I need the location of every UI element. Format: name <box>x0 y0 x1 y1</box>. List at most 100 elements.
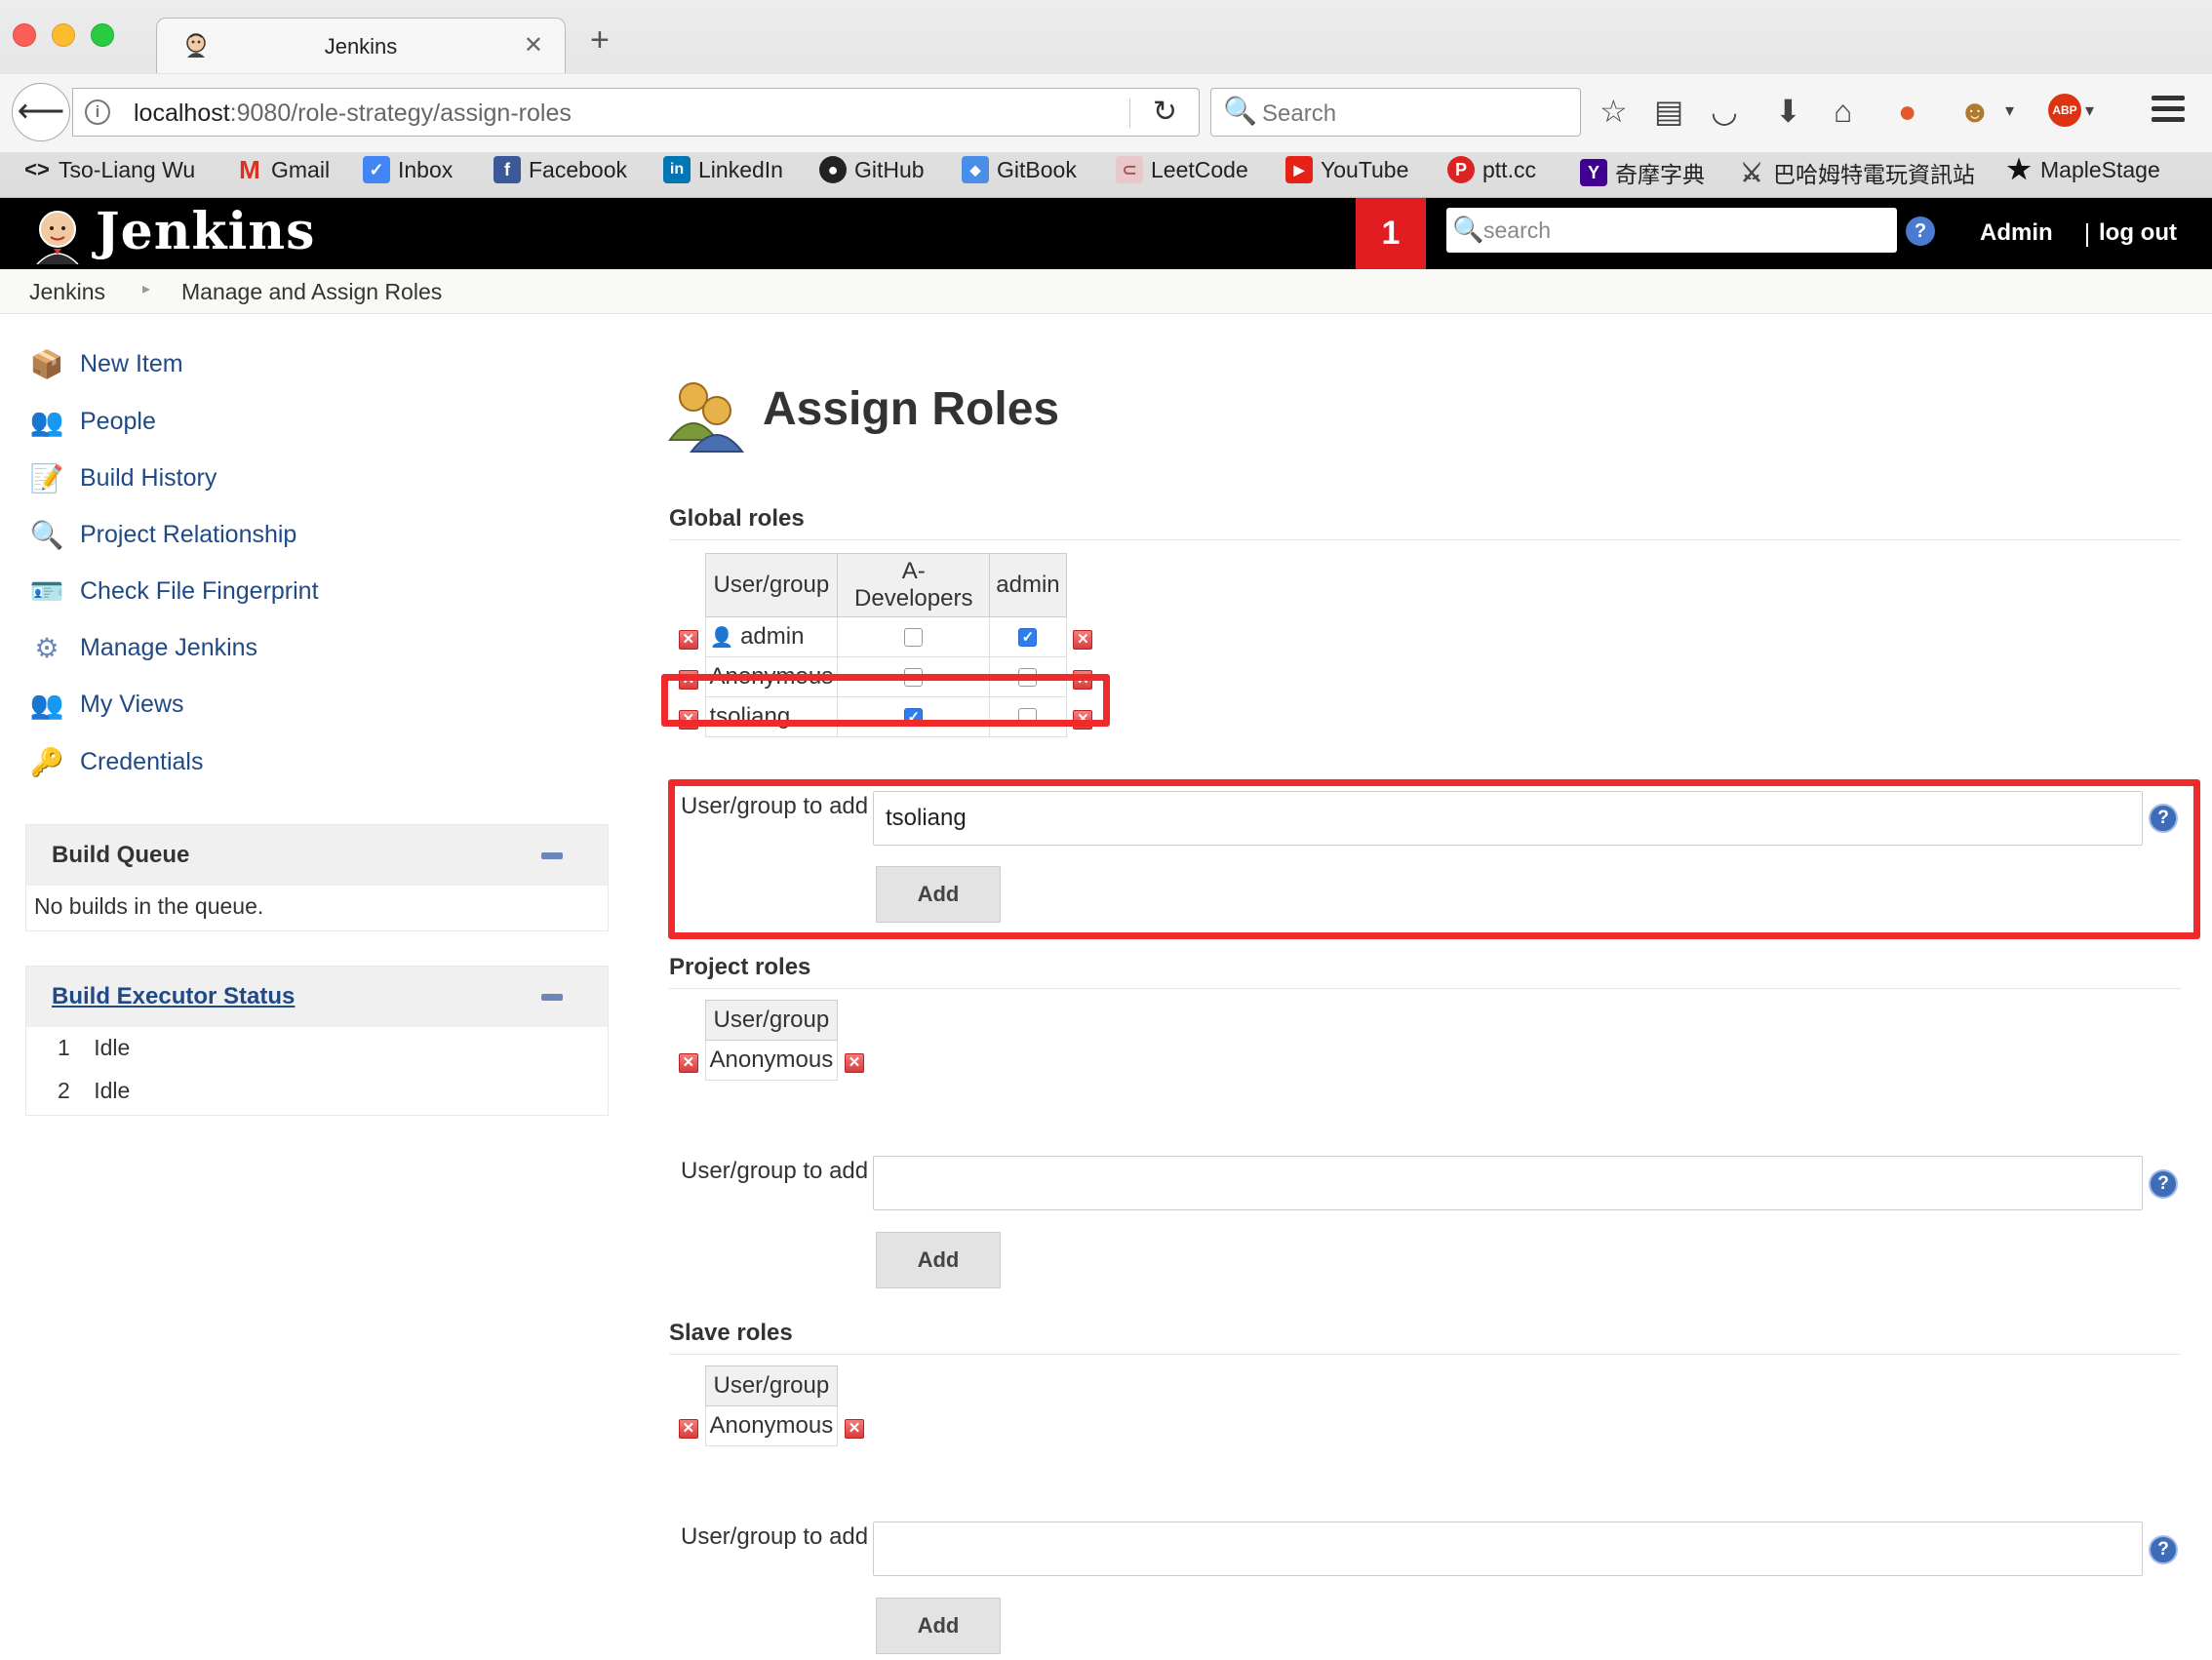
add-user-input[interactable] <box>873 1522 2143 1576</box>
breadcrumb-jenkins[interactable]: Jenkins <box>29 279 105 305</box>
zoom-window-button[interactable] <box>91 23 114 47</box>
build-queue-title: Build Queue <box>52 842 190 868</box>
dropdown-arrow-icon[interactable]: ▾ <box>2005 101 2014 119</box>
new-tab-button[interactable]: + <box>590 23 610 57</box>
pocket-icon[interactable]: ◡ <box>1711 96 1738 127</box>
build-executor-header: Build Executor Status <box>26 967 608 1027</box>
bookmark-star-icon[interactable]: ☆ <box>1600 96 1628 127</box>
help-icon[interactable]: ? <box>2149 1169 2178 1199</box>
minimize-window-button[interactable] <box>52 23 75 47</box>
add-user-input[interactable]: tsoliang <box>873 791 2143 846</box>
project-roles-table: User/group ✕ Anonymous ✕ <box>672 1000 871 1081</box>
collapse-icon[interactable] <box>541 852 563 859</box>
sidebar-item-people[interactable]: 👥 People <box>27 402 156 441</box>
bookmark-item[interactable]: ⚔ 巴哈姆特電玩資訊站 <box>1738 156 1975 189</box>
breadcrumb-arrow-icon[interactable]: ▸ <box>142 279 150 298</box>
sidebar-item-label: My Views <box>80 690 184 718</box>
delete-row-icon[interactable]: ✕ <box>845 1053 864 1073</box>
search-icon: 🔍 <box>1452 215 1484 244</box>
delete-row-icon[interactable]: ✕ <box>678 1053 698 1073</box>
column-header: User/group <box>704 1365 839 1406</box>
bookmark-item[interactable]: ▶ YouTube <box>1285 156 1408 183</box>
gitbook-icon: ◆ <box>962 156 989 183</box>
collapse-icon[interactable] <box>541 994 563 1001</box>
bookmark-item[interactable]: in LinkedIn <box>663 156 783 183</box>
help-icon[interactable]: ? <box>2149 1535 2178 1564</box>
linkedin-icon: in <box>663 156 691 183</box>
duckduckgo-icon[interactable]: ● <box>1898 96 1916 127</box>
notepad-icon: 📝 <box>29 462 64 494</box>
reload-icon[interactable]: ↻ <box>1153 95 1177 129</box>
sidebar-item-label: People <box>80 407 156 435</box>
add-user-input[interactable] <box>873 1156 2143 1210</box>
executor-number: 2 <box>58 1078 70 1103</box>
bookmark-item[interactable]: ✓ Inbox <box>363 156 453 183</box>
delete-row-icon[interactable]: ✕ <box>845 1419 864 1439</box>
gmail-icon: M <box>239 155 260 184</box>
sidebar-item-new-item[interactable]: 📦 New Item <box>27 344 183 383</box>
header-separator <box>2086 223 2088 247</box>
delete-row-icon[interactable]: ✕ <box>1073 630 1093 650</box>
bookmark-item[interactable]: ★ MapleStage <box>2005 156 2159 183</box>
build-queue-empty-text: No builds in the queue. <box>34 893 264 919</box>
jenkins-logo-icon[interactable] <box>27 204 88 264</box>
user-link[interactable]: Admin <box>1980 219 2053 247</box>
table-row: ✕ 👤 admin ✓ ✕ <box>672 616 1099 657</box>
bookmark-item[interactable]: P ptt.cc <box>1447 156 1536 183</box>
build-executor-title-link[interactable]: Build Executor Status <box>52 983 295 1010</box>
sidebar-item-my-views[interactable]: 👥 My Views <box>27 685 184 724</box>
home-icon[interactable]: ⌂ <box>1834 96 1852 127</box>
magnifier-icon: 🔍 <box>29 519 64 550</box>
breadcrumb-manage-roles[interactable]: Manage and Assign Roles <box>181 279 442 305</box>
delete-row-icon[interactable]: ✕ <box>678 1419 698 1439</box>
bookmark-item[interactable]: Y 奇摩字典 <box>1580 156 1705 189</box>
user-cell: Anonymous <box>704 1040 839 1081</box>
reading-list-icon[interactable]: ▤ <box>1654 96 1683 127</box>
bookmark-item[interactable]: ● GitHub <box>819 156 925 183</box>
add-user-button[interactable]: Add <box>876 1232 1001 1288</box>
sidebar-item-label: Build History <box>80 463 217 492</box>
browser-search-input[interactable]: 🔍 Search <box>1210 88 1581 137</box>
close-tab-icon[interactable]: ✕ <box>524 31 543 59</box>
sidebar-item-project-relationship[interactable]: 🔍 Project Relationship <box>27 515 297 554</box>
help-icon[interactable]: ? <box>1906 217 1935 246</box>
slave-roles-heading: Slave roles <box>669 1320 793 1346</box>
people-icon: 👥 <box>29 406 64 437</box>
sidebar-item-fingerprint[interactable]: 🪪 Check File Fingerprint <box>27 572 319 611</box>
highlight-box <box>661 674 1110 727</box>
menu-icon[interactable] <box>2152 96 2185 128</box>
monkey-extension-icon[interactable]: ☻ <box>1958 96 1992 127</box>
bookmark-item[interactable]: ⊂ LeetCode <box>1116 156 1248 183</box>
inbox-icon: ✓ <box>363 156 390 183</box>
sidebar-item-build-history[interactable]: 📝 Build History <box>27 458 217 497</box>
logout-link[interactable]: log out <box>2099 219 2177 247</box>
browser-tab[interactable]: Jenkins ✕ <box>156 18 566 73</box>
build-executor-panel: Build Executor Status 1 Idle 2 Idle <box>25 966 609 1116</box>
jenkins-title[interactable]: Jenkins <box>96 202 315 261</box>
adblock-icon[interactable]: ABP <box>2048 94 2081 127</box>
url-bar[interactable]: i localhost:9080/role-strategy/assign-ro… <box>72 88 1200 137</box>
bookmark-item[interactable]: ◆ GitBook <box>962 156 1077 183</box>
sidebar-item-credentials[interactable]: 🔑 Credentials <box>27 742 204 781</box>
dropdown-arrow-icon[interactable]: ▾ <box>2085 101 2094 119</box>
jenkins-search-input[interactable]: 🔍 search <box>1446 208 1897 253</box>
fingerprint-icon: 🪪 <box>29 575 64 607</box>
info-icon[interactable]: i <box>85 99 110 125</box>
project-roles-heading: Project roles <box>669 954 811 980</box>
delete-row-icon[interactable]: ✕ <box>678 630 698 650</box>
notification-badge[interactable]: 1 <box>1356 198 1426 269</box>
sidebar-item-manage-jenkins[interactable]: ⚙ Manage Jenkins <box>27 628 257 667</box>
table-header-row: User/group <box>672 1365 871 1406</box>
bookmark-item[interactable]: <> Tso-Liang Wu <box>23 156 195 183</box>
url-text[interactable]: localhost:9080/role-strategy/assign-role… <box>134 99 572 128</box>
role-checkbox[interactable]: ✓ <box>1018 628 1038 648</box>
role-checkbox[interactable] <box>904 628 924 648</box>
download-icon[interactable]: ⬇ <box>1775 96 1801 127</box>
help-icon[interactable]: ? <box>2149 804 2178 833</box>
add-user-button[interactable]: Add <box>876 866 1001 923</box>
close-window-button[interactable] <box>13 23 36 47</box>
bookmark-item[interactable]: M Gmail <box>236 156 330 183</box>
bookmark-item[interactable]: f Facebook <box>494 156 627 183</box>
back-button[interactable]: ⟵ <box>12 83 70 141</box>
add-user-button[interactable]: Add <box>876 1598 1001 1654</box>
